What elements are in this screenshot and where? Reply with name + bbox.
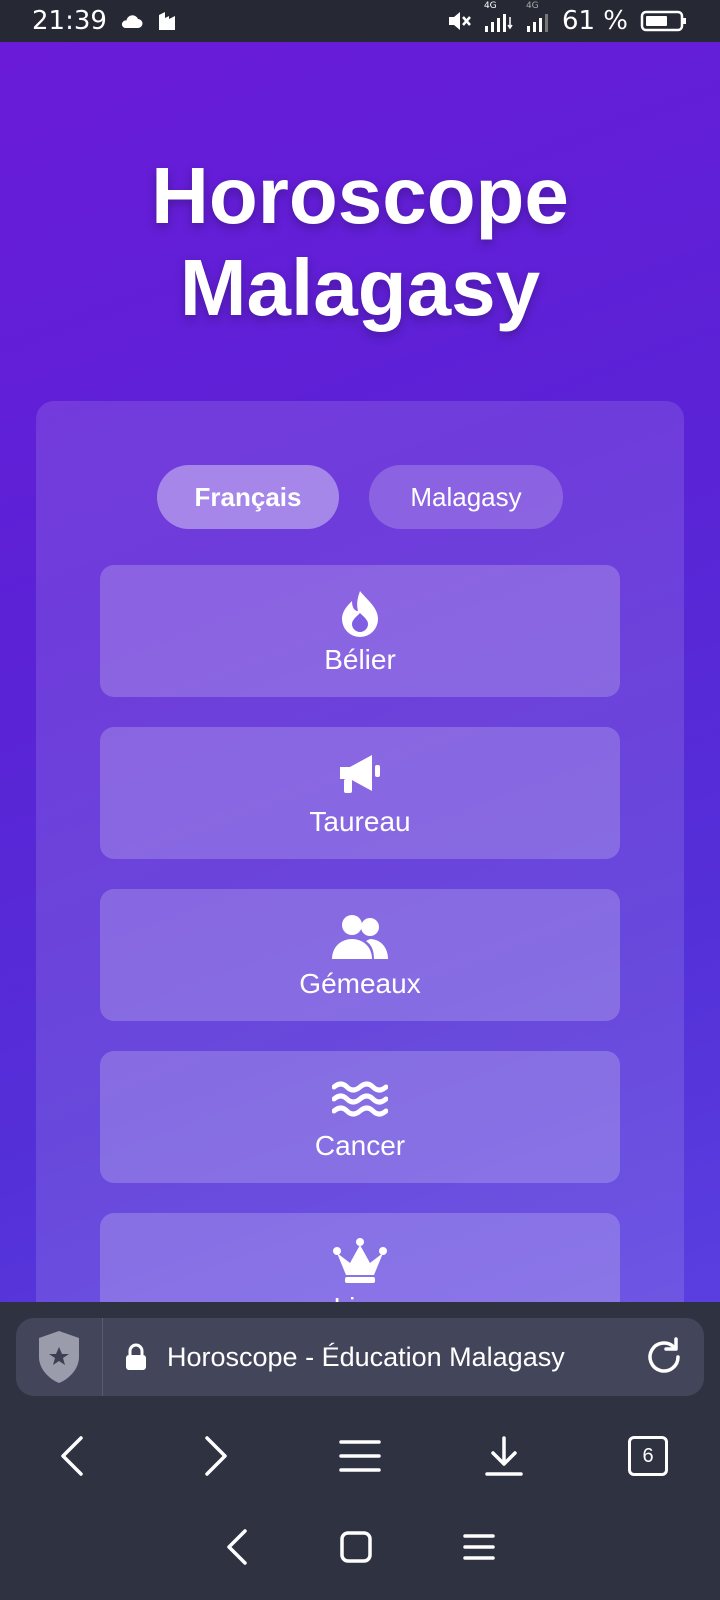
- web-page: Horoscope Malagasy Français Malagasy Bél…: [0, 42, 720, 1302]
- cloud-icon: [119, 13, 143, 29]
- forward-icon[interactable]: [176, 1416, 256, 1496]
- reload-icon[interactable]: [624, 1335, 704, 1379]
- crown-icon: [332, 1234, 388, 1288]
- title-line-1: Horoscope: [151, 151, 569, 240]
- status-bar-left: 21:39: [32, 6, 179, 36]
- mute-icon: [446, 9, 472, 33]
- zodiac-button-lion[interactable]: Lion: [100, 1213, 620, 1302]
- lock-icon: [123, 1342, 149, 1372]
- water-icon: [332, 1072, 388, 1126]
- system-home-icon[interactable]: [339, 1530, 373, 1569]
- menu-icon[interactable]: [320, 1416, 400, 1496]
- zodiac-label: Cancer: [314, 1130, 406, 1161]
- address-bar[interactable]: Horoscope - Éducation Malagasy: [16, 1318, 704, 1396]
- network-type-label: 4G: [525, 1, 539, 11]
- zodiac-label: Bélier: [324, 644, 396, 675]
- zodiac-button-belier[interactable]: Bélier: [100, 565, 620, 697]
- language-switcher: Français Malagasy: [36, 465, 684, 529]
- title-line-2: Malagasy: [179, 243, 541, 332]
- browser-toolbar: Horoscope - Éducation Malagasy 6: [0, 1302, 720, 1600]
- back-icon[interactable]: [32, 1416, 112, 1496]
- status-bar-right: 4G 4G 61 %: [446, 1, 688, 36]
- url-text[interactable]: Horoscope - Éducation Malagasy: [167, 1342, 624, 1373]
- shield-icon[interactable]: [16, 1318, 103, 1396]
- tabs-icon: 6: [628, 1436, 668, 1476]
- fire-icon: [338, 586, 382, 640]
- download-icon[interactable]: [464, 1416, 544, 1496]
- zodiac-button-cancer[interactable]: Cancer: [100, 1051, 620, 1183]
- megaphone-icon: [336, 748, 384, 802]
- page-title: Horoscope Malagasy: [0, 150, 720, 334]
- system-navigation: [0, 1498, 720, 1600]
- system-recents-icon[interactable]: [463, 1532, 495, 1567]
- signal-icon: 4G: [484, 1, 514, 33]
- zodiac-button-gemeaux[interactable]: Gémeaux: [100, 889, 620, 1021]
- tabs-button[interactable]: 6: [608, 1416, 688, 1496]
- status-time: 21:39: [32, 6, 107, 36]
- network-type-label: 4G: [483, 1, 497, 11]
- horoscope-card: Français Malagasy Bélier Taureau Gémeaux…: [36, 401, 684, 1302]
- app-icon: [155, 9, 179, 33]
- zodiac-list: Bélier Taureau Gémeaux Cancer: [100, 565, 620, 1302]
- zodiac-label: Gémeaux: [299, 968, 421, 999]
- language-button-malagasy[interactable]: Malagasy: [369, 465, 563, 529]
- language-button-francais[interactable]: Français: [157, 465, 339, 529]
- battery-icon: [640, 9, 688, 33]
- users-icon: [330, 910, 390, 964]
- signal-icon: 4G: [526, 1, 550, 33]
- browser-nav-row: 6: [0, 1412, 720, 1500]
- zodiac-button-taureau[interactable]: Taureau: [100, 727, 620, 859]
- tabs-count: 6: [642, 1444, 654, 1467]
- battery-percent: 61 %: [561, 6, 628, 36]
- status-bar: 21:39 4G 4G 61 %: [0, 0, 720, 42]
- zodiac-label: Lion: [334, 1292, 387, 1302]
- system-back-icon[interactable]: [225, 1527, 249, 1572]
- zodiac-label: Taureau: [309, 806, 411, 837]
